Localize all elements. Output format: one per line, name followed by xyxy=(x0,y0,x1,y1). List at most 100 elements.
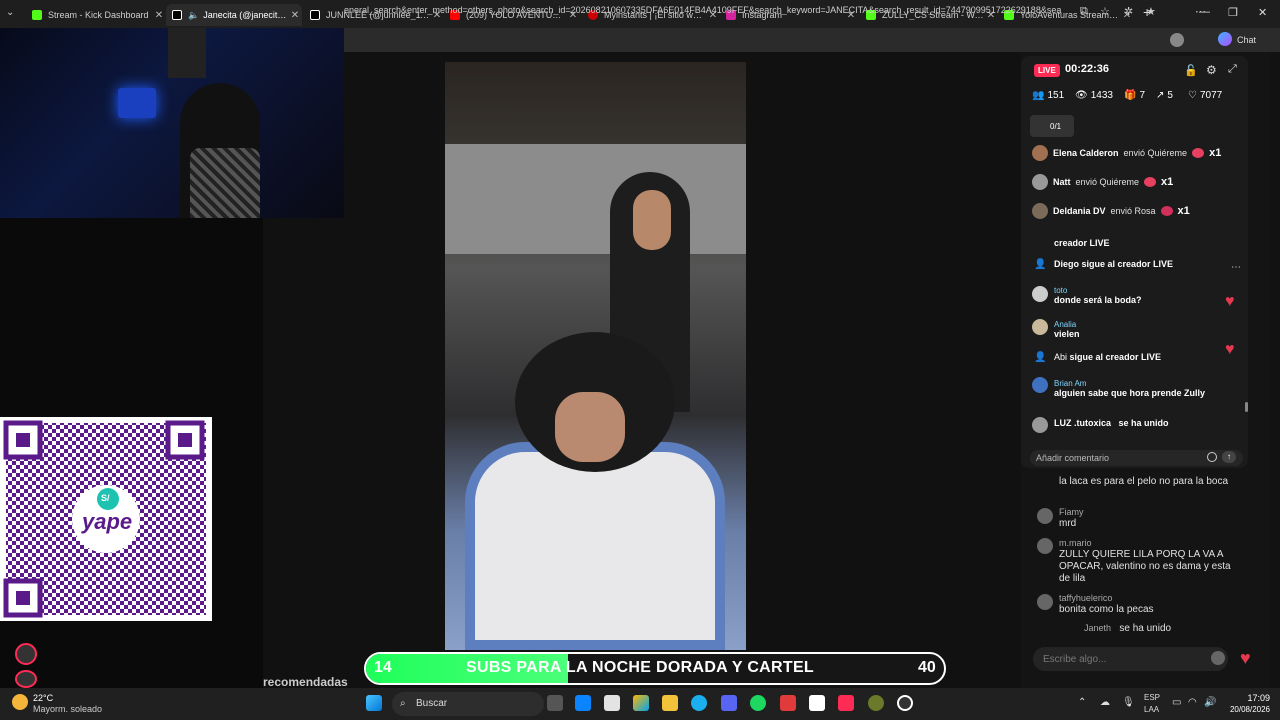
viewers-stat: 👥 151 xyxy=(1032,90,1065,101)
gift-icon xyxy=(1144,177,1157,187)
taskbar-search[interactable] xyxy=(392,692,544,716)
volume-icon[interactable]: 🔊 xyxy=(1204,697,1216,708)
send-icon[interactable]: ↑ xyxy=(1222,451,1236,463)
yape-qr-code: S/ yape xyxy=(0,417,212,621)
clock-time[interactable]: 17:09 xyxy=(1222,693,1270,703)
tab-janecita[interactable]: 🔈 Janecita (@janecitatiktok) ✕ xyxy=(166,4,302,26)
wall xyxy=(445,144,746,254)
copilot-icon[interactable] xyxy=(1218,32,1232,46)
open-in-app-icon[interactable]: ⧉ xyxy=(1080,5,1088,18)
discord-icon[interactable] xyxy=(721,695,737,711)
tab-kick-dashboard[interactable]: Stream - Kick Dashboard ✕ xyxy=(26,4,166,26)
chevron-up-icon[interactable]: ⌃ xyxy=(1078,697,1086,708)
goal-target: 40 xyxy=(918,659,936,676)
favorites-icon[interactable]: ★ xyxy=(1146,5,1156,18)
yape-symbol: S/ xyxy=(101,493,110,503)
favorite-star-icon[interactable]: ☆ xyxy=(1100,5,1110,18)
person-icon: 👤 xyxy=(1034,259,1047,270)
tiktok-icon xyxy=(310,10,320,20)
language-indicator[interactable]: ESP xyxy=(1144,693,1160,702)
extensions-icon[interactable]: ✲ xyxy=(1124,5,1133,18)
eye-icon: 👁 xyxy=(1075,90,1088,101)
share-icon: ↗ xyxy=(1156,90,1165,101)
start-icon[interactable] xyxy=(366,695,382,711)
tiktok-icon xyxy=(172,10,182,20)
chat-scrollbar[interactable] xyxy=(1245,402,1248,412)
file-explorer-icon[interactable] xyxy=(662,695,678,711)
avatar xyxy=(1032,174,1048,190)
kick-icon xyxy=(32,10,42,20)
lock-icon[interactable]: 🔓 xyxy=(1184,64,1198,77)
app-icon[interactable] xyxy=(780,695,796,711)
app-icon[interactable] xyxy=(809,695,825,711)
emoji-icon[interactable] xyxy=(1211,651,1225,665)
rose-icon xyxy=(1160,206,1173,216)
rank-label: 0/1 xyxy=(1050,122,1062,131)
more-options-icon[interactable]: ⋯ xyxy=(1231,262,1241,273)
gift-notification: Elena Calderon envió Quiéreme x1 xyxy=(1032,145,1221,161)
close-tab-icon[interactable]: ✕ xyxy=(152,10,166,21)
live-video[interactable] xyxy=(445,62,746,650)
live-avatar[interactable] xyxy=(15,643,37,665)
streamer-shirt xyxy=(190,148,260,218)
avatar xyxy=(1032,286,1048,302)
chat-message: m.mario ZULLY QUIERE LILA PORQ LA VA A OP… xyxy=(1059,538,1231,584)
microphone-icon[interactable]: 🎙 xyxy=(1122,697,1135,708)
close-tab-icon[interactable]: ✕ xyxy=(288,10,302,21)
tab-list-chevron-icon[interactable]: ⌄ xyxy=(6,7,14,18)
avatar xyxy=(1032,203,1048,219)
write-comment-placeholder: Escribe algo... xyxy=(1043,654,1107,665)
gifts-stat: 🎁 7 xyxy=(1124,90,1146,101)
chat-message: 👤 Diego sigue al creador LIVE xyxy=(1034,259,1174,270)
gift-icon: 🎁 xyxy=(1124,90,1137,101)
speaker-icon[interactable]: 🔈 xyxy=(188,10,199,21)
edge-icon[interactable] xyxy=(691,695,707,711)
more-icon[interactable]: ⋯ xyxy=(1195,5,1206,18)
yape-logo: yape xyxy=(82,509,133,534)
people-icon: 👥 xyxy=(1032,90,1045,101)
spotify-icon[interactable] xyxy=(750,695,766,711)
profile-avatar[interactable] xyxy=(1170,33,1184,47)
avatar xyxy=(1032,417,1048,433)
task-view-icon[interactable] xyxy=(547,695,563,711)
live-timer: 00:22:36 xyxy=(1065,63,1110,75)
text-file-icon[interactable] xyxy=(604,695,620,711)
gift-notification: Deldania DV envió Rosa x1 xyxy=(1032,203,1190,219)
join-message: Janeth se ha unido xyxy=(1084,623,1172,634)
live-avatar[interactable] xyxy=(15,670,37,688)
gift-heart-icon[interactable]: ♥ xyxy=(1240,648,1251,669)
clock-date[interactable]: 20/08/2026 xyxy=(1222,705,1270,714)
heart-icon: ♥ xyxy=(1225,293,1235,310)
tiktok-live-studio-icon[interactable] xyxy=(838,695,854,711)
chat-message: Brian Am alguien sabe que hora prende Zul… xyxy=(1054,379,1206,398)
avatar xyxy=(1037,508,1053,524)
obs-icon[interactable] xyxy=(897,695,913,711)
chat-button[interactable]: Chat xyxy=(1237,35,1256,45)
sun-icon[interactable] xyxy=(12,694,28,710)
expand-icon[interactable]: ⤢ xyxy=(1228,63,1237,76)
emoji-icon[interactable] xyxy=(1207,452,1217,462)
search-icon: ⌕ xyxy=(400,698,406,709)
avatar xyxy=(1032,319,1048,335)
avatar xyxy=(1037,538,1053,554)
chat-message: 👤 Abi sigue al creador LIVE xyxy=(1034,352,1162,363)
search-label: Buscar xyxy=(416,698,448,709)
restore-icon[interactable]: ❐ xyxy=(1228,6,1238,19)
notepad-icon[interactable] xyxy=(575,695,591,711)
chat-message: creador LIVE xyxy=(1054,238,1110,248)
weather-description[interactable]: Mayorm. soleado xyxy=(33,704,102,714)
wifi-icon[interactable]: ◠ xyxy=(1188,697,1197,708)
settings-icon[interactable]: ⚙ xyxy=(1206,63,1217,77)
window-close-icon[interactable]: ✕ xyxy=(1258,6,1267,19)
views-stat: 👁 1433 xyxy=(1075,90,1113,101)
cloud-icon[interactable]: ☁ xyxy=(1100,697,1110,708)
heart-icon: ♡ xyxy=(1188,90,1197,101)
copilot-app-icon[interactable] xyxy=(633,695,649,711)
display-icon[interactable]: ▭ xyxy=(1172,697,1181,708)
poster xyxy=(168,28,206,78)
region-indicator[interactable]: LAA xyxy=(1144,705,1159,714)
app-icon[interactable] xyxy=(868,695,884,711)
url-field[interactable]: eneral_search&enter_method=others_photo&… xyxy=(344,5,1072,15)
weather-temperature[interactable]: 22°C xyxy=(33,693,53,703)
face xyxy=(633,190,671,250)
